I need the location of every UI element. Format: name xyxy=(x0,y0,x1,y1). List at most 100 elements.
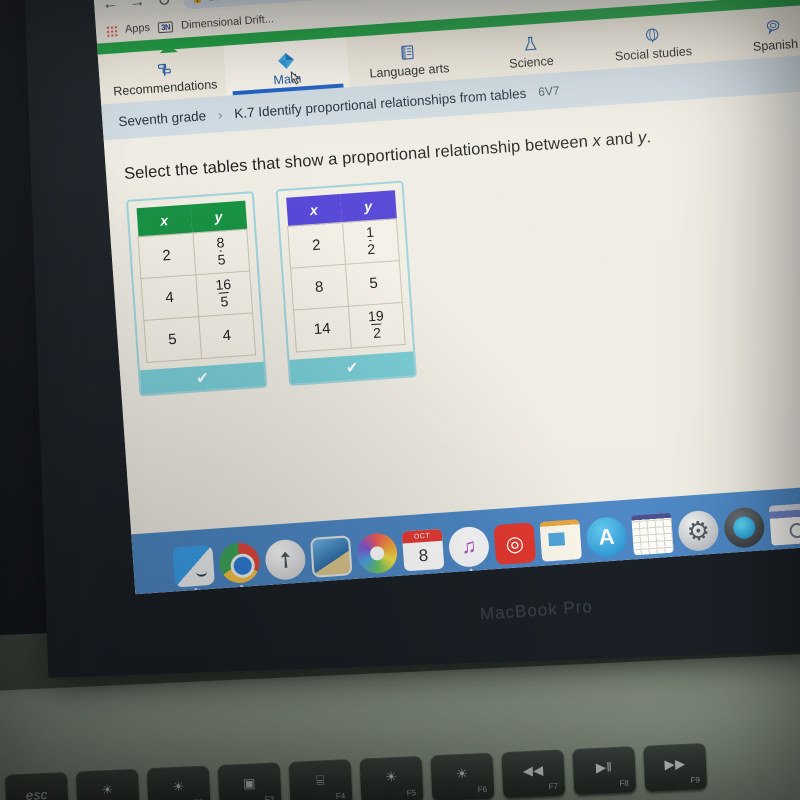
cell-x: 5 xyxy=(143,316,202,363)
table-header-y: y xyxy=(190,200,247,233)
cell-y-fraction: 16 5 xyxy=(195,271,253,317)
dock-running-indicator xyxy=(468,568,473,572)
cell-y: 4 xyxy=(198,312,256,359)
site-nav-tab-label: Spanish xyxy=(752,36,799,54)
key-glyph: ☀ xyxy=(101,781,115,798)
key-glyph: ▶‖ xyxy=(595,759,613,775)
globe-icon xyxy=(643,25,661,45)
table-row: 54 xyxy=(143,312,256,363)
key-f1[interactable]: ☀F1 xyxy=(75,768,140,800)
fraction-denominator: 2 xyxy=(366,241,376,258)
calendar-day: 8 xyxy=(418,545,429,566)
site-nav-tab-math[interactable]: Math xyxy=(223,37,350,96)
dock-item-chrome[interactable] xyxy=(218,541,261,588)
diamond-icon xyxy=(276,51,296,71)
dock-item-podcasts[interactable] xyxy=(493,522,537,566)
fraction-denominator: 5 xyxy=(217,251,227,269)
select-table-button[interactable]: ✔ xyxy=(289,351,415,384)
key-glyph: ▣ xyxy=(242,775,257,792)
signpost-icon xyxy=(155,59,173,79)
laptop-screen: IXL | Identify proportional relati ✕ + ←… xyxy=(91,0,800,595)
cell-x: 14 xyxy=(293,306,351,352)
key-glyph: ◀◀ xyxy=(522,762,545,779)
key-f2[interactable]: ☀F2 xyxy=(146,765,211,800)
fraction-numerator: 16 xyxy=(214,275,232,293)
key-esc[interactable]: esc xyxy=(4,772,69,800)
bookmark-apps-label[interactable]: Apps xyxy=(125,22,151,36)
breadcrumb-grade[interactable]: Seventh grade xyxy=(118,108,207,129)
reload-icon[interactable]: ↻ xyxy=(155,0,172,11)
bookmark-icon: 3N xyxy=(157,20,174,33)
key-glyph: ☀ xyxy=(384,769,398,785)
key-f8[interactable]: ▶‖ F8 xyxy=(572,746,637,796)
table-header-x: x xyxy=(136,204,193,237)
key-fn-label: F9 xyxy=(690,775,701,785)
site-nav-tab-science[interactable]: Science xyxy=(468,20,594,78)
key-fn-label: F3 xyxy=(264,794,275,800)
question-suffix: . xyxy=(645,128,652,147)
book-icon xyxy=(399,42,417,62)
cell-y-fraction: 12 xyxy=(342,218,400,265)
cell-x: 2 xyxy=(287,222,345,269)
answer-card-table-a[interactable]: x y 2 8 5 4 16 5 5 4 ✔ xyxy=(125,191,268,397)
site-nav-tab-language-arts[interactable]: Language arts xyxy=(346,29,472,87)
dock-item-numbers[interactable] xyxy=(631,512,674,556)
key-fn-label: F5 xyxy=(406,788,417,798)
dock-running-indicator xyxy=(193,587,197,592)
site-nav-tab-social-studies[interactable]: Social studies xyxy=(590,12,716,70)
key-f5[interactable]: ☀ F5 xyxy=(359,755,424,800)
cell-x: 2 xyxy=(138,232,196,279)
laptop-lid: MacBook Pro IXL | Identify proportional … xyxy=(24,0,800,678)
dock-item-mail[interactable] xyxy=(309,535,353,578)
dock-items: OCT8 xyxy=(171,487,800,592)
forward-icon[interactable]: → xyxy=(129,0,146,12)
bookmark-dimensional-drift-label[interactable]: Dimensional Drift... xyxy=(181,13,275,31)
key-glyph: esc xyxy=(25,786,49,800)
fraction-denominator: 5 xyxy=(220,293,229,310)
key-f6[interactable]: ☀ F6 xyxy=(430,752,495,800)
skill-code: 6V7 xyxy=(537,83,561,99)
key-f9[interactable]: ▶▶ F9 xyxy=(643,743,708,792)
dock-item-app-store[interactable] xyxy=(585,515,628,559)
dock-item-calendar[interactable]: OCT 8 xyxy=(401,528,445,572)
dock-item-pages[interactable] xyxy=(539,519,583,562)
dock-item-finder[interactable] xyxy=(172,544,215,592)
table-row: 14 19 2 xyxy=(293,302,406,352)
site-nav-tab-label: Recommendations xyxy=(112,77,218,99)
fraction-denominator: 2 xyxy=(372,324,382,342)
fraction: 12 xyxy=(366,223,376,258)
key-f7[interactable]: ◀◀ F7 xyxy=(501,749,566,799)
fraction-numerator: 8 xyxy=(215,233,225,251)
lock-icon: 🔒 xyxy=(192,0,204,4)
back-icon[interactable]: ← xyxy=(102,0,119,14)
dock-item-preview[interactable] xyxy=(768,503,800,546)
fraction: 16 5 xyxy=(214,275,233,310)
macos-dock: OCT8 xyxy=(131,482,800,595)
apps-grid-icon[interactable] xyxy=(105,24,118,37)
keyboard-row-function: esc ☀F1☀F2 ▣ F3 ⌸ F4 ☀ F5 ☀ F6 ◀◀F7 ▶‖ F8 ▶▶ F9 xyxy=(0,735,800,800)
site-nav-tab-label: Science xyxy=(508,53,555,71)
answer-card-table-b[interactable]: x y 2 1 2 8 5 14 19 2 ✔ xyxy=(275,180,417,387)
key-f4[interactable]: ⌸ F4 xyxy=(288,759,353,800)
question-conjunction: and xyxy=(600,129,639,150)
speech-icon xyxy=(765,17,783,37)
select-table-button[interactable]: ✔ xyxy=(139,361,266,395)
flask-icon xyxy=(521,34,539,54)
dock-item-itunes[interactable] xyxy=(447,525,491,572)
key-glyph: ▶▶ xyxy=(664,755,686,772)
chevron-right-icon: › xyxy=(217,106,223,122)
table-b: x y 2 1 2 8 5 14 19 2 xyxy=(285,190,406,353)
cell-y-fraction: 19 2 xyxy=(347,302,406,349)
cell-y: 5 xyxy=(344,260,403,307)
site-nav-tab-spanish[interactable]: Spanish xyxy=(712,3,800,61)
table-header-y: y xyxy=(340,190,397,223)
key-f3[interactable]: ▣ F3 xyxy=(217,762,282,800)
photo-scene: esc☀F1☀F2▣F3⌸F4☀F5☀F6◀◀F7▶‖F8▶▶F9 ~!@#$%… xyxy=(0,0,800,800)
table-header-x: x xyxy=(285,194,343,227)
key-fn-label: F4 xyxy=(335,791,346,800)
dock-item-quicktime[interactable] xyxy=(722,506,766,549)
dock-item-launchpad[interactable] xyxy=(264,538,307,582)
dock-item-system-preferences[interactable] xyxy=(677,509,720,553)
dock-item-photos[interactable] xyxy=(355,531,399,575)
site-nav-tab-recommendations[interactable]: Recommendations xyxy=(102,46,228,104)
